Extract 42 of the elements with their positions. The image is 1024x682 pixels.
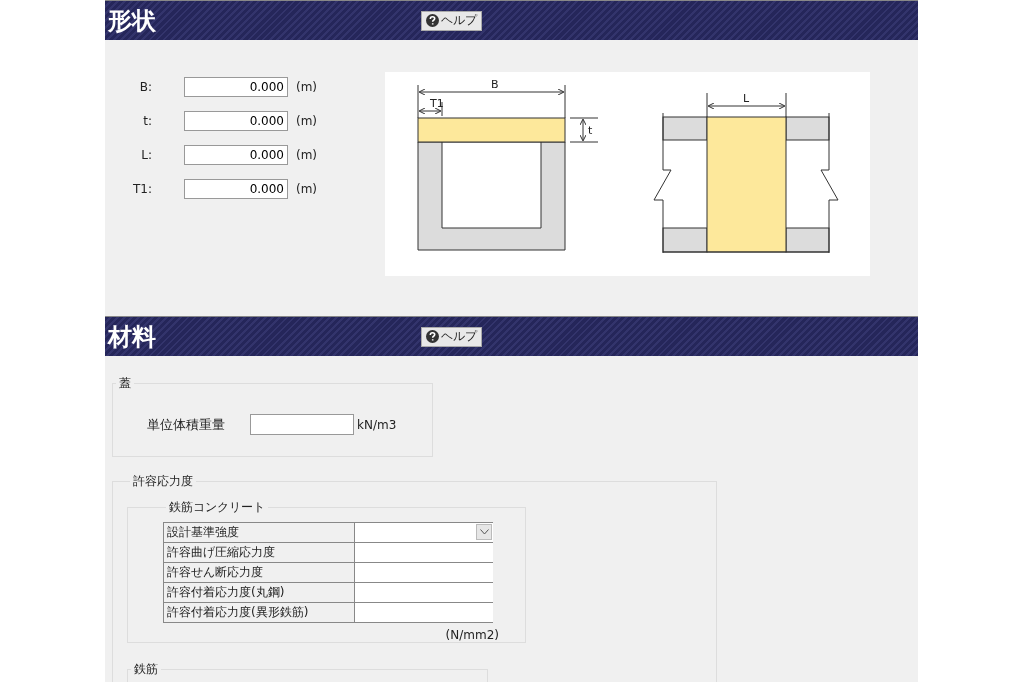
field-label: L: (140, 148, 152, 162)
help-icon (426, 14, 439, 27)
section-title: 形状 (108, 5, 157, 37)
dimension-label: T1 (430, 97, 444, 110)
group-label: 許容応力度 (132, 473, 194, 490)
input-field[interactable]: 0.000 (184, 179, 288, 199)
field-label: B: (138, 80, 152, 94)
table-cell: 許容曲げ圧縮応力度 (164, 543, 354, 562)
unit-label: (m) (296, 148, 319, 162)
input-field[interactable] (250, 414, 354, 435)
dimension-label: B (491, 78, 499, 91)
dimension-label: L (743, 92, 750, 105)
field-label: 単位体積重量 (147, 415, 226, 434)
unit-label: kN/m3 (357, 417, 397, 432)
field-label: t: (142, 114, 152, 128)
unit-label: (m) (296, 182, 319, 196)
input-field[interactable]: 0.000 (184, 111, 288, 131)
table-cell: 許容せん断応力度 (164, 563, 354, 582)
input-field[interactable]: 0.000 (184, 145, 288, 165)
help-icon (426, 330, 439, 343)
group-label: 鉄筋コンクリート (168, 499, 266, 516)
input-field[interactable] (355, 603, 493, 622)
unit-label: (N/mm2) (444, 628, 499, 642)
dropdown-field[interactable] (355, 523, 493, 542)
input-field[interactable] (355, 563, 493, 582)
help-button[interactable]: ヘルプ (421, 326, 482, 347)
unit-label: (m) (296, 114, 319, 128)
table-cell: 許容付着応力度(丸鋼) (164, 583, 354, 602)
unit-label: (m) (296, 80, 319, 94)
input-field[interactable]: 0.000 (184, 77, 288, 97)
field-label: T1: (132, 182, 152, 196)
group-label: 蓋 (118, 375, 132, 392)
table-cell: 許容付着応力度(異形鉄筋) (164, 603, 354, 622)
table-cell: 設計基準強度 (164, 523, 354, 542)
section-title: 材料 (108, 321, 157, 353)
dropdown-button[interactable] (476, 524, 492, 540)
help-button[interactable]: ヘルプ (421, 10, 482, 31)
chevron-down-icon (479, 529, 489, 535)
dimension-label: t (588, 124, 593, 137)
input-field[interactable] (355, 583, 493, 602)
input-field[interactable] (355, 543, 493, 562)
group-label: 鉄筋 (133, 661, 159, 678)
